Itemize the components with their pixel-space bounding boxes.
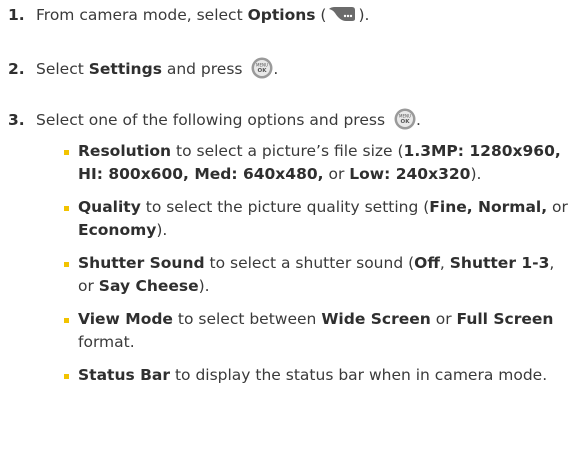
option-desc: to select a shutter sound ( xyxy=(204,254,415,272)
paren-open: ( xyxy=(315,6,327,24)
option-desc: to select the picture quality setting ( xyxy=(140,198,430,216)
list-item-status-bar: Status Bar to display the status bar whe… xyxy=(62,364,574,387)
options-label: Options xyxy=(247,6,316,24)
step-number: 1. xyxy=(8,6,25,24)
step-number: 2. xyxy=(8,60,25,78)
menu-ok-button-icon: MENU OK xyxy=(251,57,273,79)
connector: or xyxy=(323,165,350,183)
option-desc: to select a picture’s file size ( xyxy=(171,142,404,160)
list-item-shutter-sound: Shutter Sound to select a shutter sound … xyxy=(62,252,574,298)
step-number: 3. xyxy=(8,111,25,129)
settings-label: Settings xyxy=(88,60,162,78)
option-values: Full Screen xyxy=(456,310,554,328)
option-values: Low: 240x320 xyxy=(349,165,471,183)
period: . xyxy=(415,111,421,129)
menu-text: MENU xyxy=(256,63,268,68)
option-desc: to select between xyxy=(172,310,322,328)
step-text: Select xyxy=(36,60,89,78)
closing: format. xyxy=(78,333,135,351)
step-1: 1. From camera mode, select Options ( ). xyxy=(8,6,369,24)
step-2: 2. Select Settings and press MENU OK . xyxy=(8,57,278,79)
options-list: Resolution to select a picture’s file si… xyxy=(62,140,574,397)
option-values: Fine, Normal, xyxy=(429,198,548,216)
option-label: Status Bar xyxy=(78,366,171,384)
ok-text: OK xyxy=(400,119,410,125)
step-3: 3. Select one of the following options an… xyxy=(8,108,421,130)
options-softkey-icon xyxy=(329,7,356,21)
closing: ). xyxy=(156,221,168,239)
option-values: Wide Screen xyxy=(321,310,431,328)
option-values: Shutter 1-3 xyxy=(449,254,550,272)
option-values: Off xyxy=(414,254,440,272)
menu-ok-button-icon: MENU OK xyxy=(394,108,416,130)
connector: , xyxy=(439,254,450,272)
list-item-quality: Quality to select the picture quality se… xyxy=(62,196,574,242)
connector: or xyxy=(430,310,457,328)
closing: ). xyxy=(198,277,210,295)
menu-text: MENU xyxy=(399,114,411,119)
option-desc: to display the status bar when in camera… xyxy=(170,366,548,384)
option-label: Shutter Sound xyxy=(78,254,205,272)
ok-text: OK xyxy=(258,68,268,74)
step-text: Select one of the following options and … xyxy=(36,111,390,129)
step-text: From camera mode, select xyxy=(36,6,248,24)
option-values: Say Cheese xyxy=(98,277,199,295)
closing: ). xyxy=(470,165,482,183)
list-item-resolution: Resolution to select a picture’s file si… xyxy=(62,140,574,186)
option-label: Quality xyxy=(78,198,141,216)
option-label: Resolution xyxy=(78,142,172,160)
step-text: and press xyxy=(161,60,248,78)
option-label: View Mode xyxy=(78,310,173,328)
option-values: Economy xyxy=(78,221,157,239)
period: . xyxy=(273,60,279,78)
connector: or xyxy=(547,198,568,216)
paren-close: ). xyxy=(358,6,370,24)
list-item-view-mode: View Mode to select between Wide Screen … xyxy=(62,308,574,354)
